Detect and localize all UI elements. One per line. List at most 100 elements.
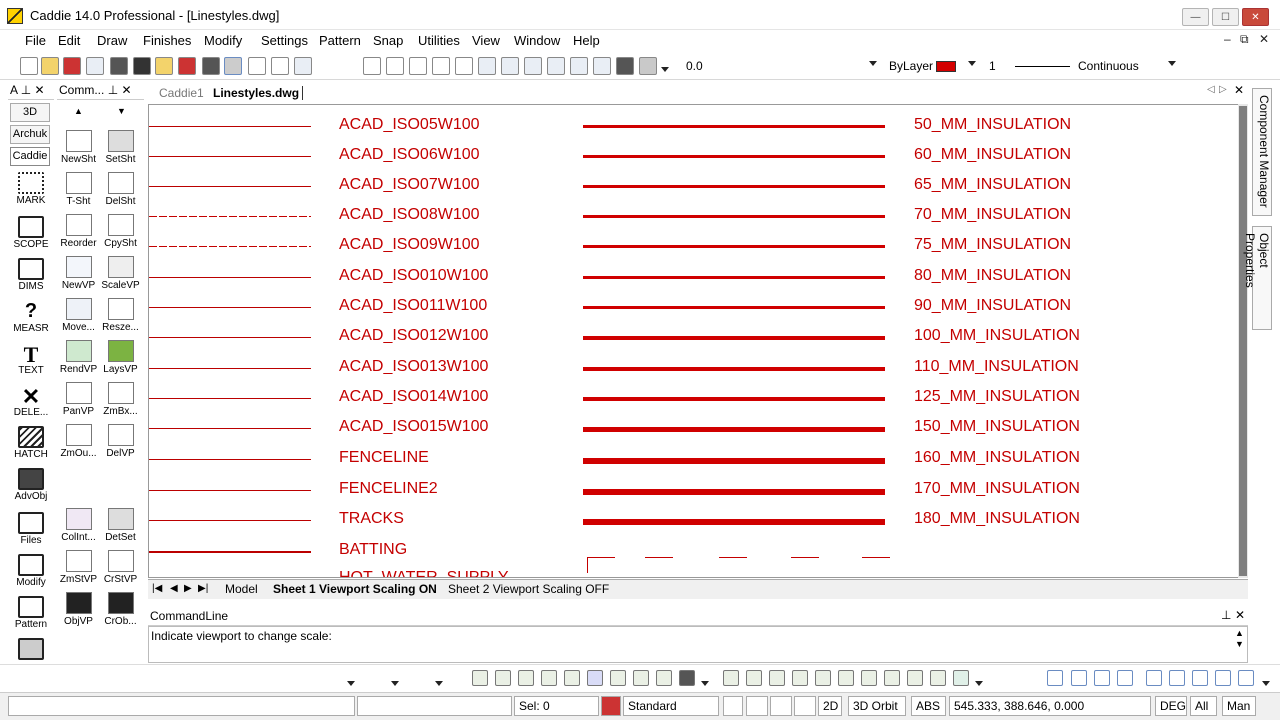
snap-mid-icon[interactable] (1169, 670, 1185, 686)
tab-object-properties[interactable]: Object Properties (1243, 226, 1272, 330)
color-wheel-icon[interactable] (587, 670, 603, 686)
line-weight-field[interactable]: 1 (989, 59, 996, 73)
tab-3d[interactable]: 3D (10, 103, 50, 122)
page-layout-icon[interactable] (723, 696, 743, 716)
tool-dims[interactable]: DIMS (8, 258, 54, 292)
table-icon[interactable] (769, 670, 785, 686)
tool-scope[interactable]: SCOPE (8, 216, 54, 250)
menu-finishes[interactable]: Finishes (143, 33, 191, 48)
mode-2d-toggle[interactable]: 2D (818, 696, 842, 716)
copy-icon[interactable] (271, 57, 289, 75)
command-pin-icon[interactable]: ⊥ (1221, 608, 1231, 622)
cmd-tool-colint[interactable]: ColInt... (57, 508, 100, 543)
cmd-tool-zmou[interactable]: ZmOu... (57, 424, 100, 459)
tool-advobj[interactable]: AdvObj (8, 468, 54, 502)
cut-icon[interactable] (248, 57, 266, 75)
layer-on-icon[interactable] (541, 670, 557, 686)
tab-archuk[interactable]: Archuk (10, 125, 50, 144)
page-icon[interactable] (633, 670, 649, 686)
command-scroll-down-icon[interactable]: ▼ (1235, 639, 1244, 649)
cmd-tool-objvp[interactable]: ObjVP (57, 592, 100, 627)
cmd-tool-move[interactable]: Move... (57, 298, 100, 333)
cmd-tool-detset[interactable]: DetSet (99, 508, 142, 543)
color-dropdown-icon[interactable] (968, 61, 976, 66)
list-toggle-icon[interactable] (794, 696, 816, 716)
open-web-icon[interactable] (63, 57, 81, 75)
snap-mode-icon[interactable] (1047, 670, 1063, 686)
menu-draw[interactable]: Draw (97, 33, 127, 48)
menu-file[interactable]: File (25, 33, 46, 48)
layers-icon[interactable] (524, 57, 542, 75)
menu-modify[interactable]: Modify (204, 33, 242, 48)
angle-dropdown-icon[interactable] (869, 61, 877, 66)
maximize-button[interactable]: ☐ (1212, 8, 1239, 26)
tool-text[interactable]: T TEXT (8, 342, 54, 376)
paste-icon[interactable] (294, 57, 312, 75)
snap-grid-icon[interactable] (1094, 670, 1110, 686)
doc-restore-button[interactable]: ⧉ (1240, 32, 1249, 47)
snap-end-icon[interactable] (1146, 670, 1162, 686)
text-style-icon[interactable] (455, 57, 473, 75)
zoom-out-icon[interactable] (386, 57, 404, 75)
print-preview-icon[interactable] (202, 57, 220, 75)
pin-icon[interactable]: ⊥ (21, 83, 31, 97)
last-sheet-icon[interactable]: ▶| (198, 583, 208, 594)
zoom-window-icon[interactable] (409, 57, 427, 75)
minimize-button[interactable]: — (1182, 8, 1209, 26)
bottom-overflow-2-icon[interactable] (975, 681, 983, 686)
linetype-field[interactable]: Continuous (1078, 59, 1139, 73)
chart-icon[interactable] (746, 670, 762, 686)
render-icon[interactable] (639, 57, 657, 75)
cmd-tool-crstvp[interactable]: CrStVP (99, 550, 142, 585)
cmd-tool-zmbx[interactable]: ZmBx... (99, 382, 142, 417)
menu-view[interactable]: View (472, 33, 500, 48)
tool-delete[interactable]: ✕ DELE... (8, 384, 54, 418)
bottom-dropdown-1-icon[interactable] (347, 681, 355, 686)
doc-minimize-button[interactable]: – (1224, 32, 1231, 46)
palette-close-icon[interactable]: ✕ (34, 83, 44, 97)
cmd-tool-laysvp[interactable]: LaysVP (99, 340, 142, 375)
cmd-tool-crob[interactable]: CrOb... (99, 592, 142, 627)
cmd-tool-cpysht[interactable]: CpySht (99, 214, 142, 249)
bottom-overflow-icon[interactable] (701, 681, 709, 686)
layer-off-icon[interactable] (564, 670, 580, 686)
plant-2-icon[interactable] (907, 670, 923, 686)
menu-help[interactable]: Help (573, 33, 600, 48)
stairs-icon[interactable] (930, 670, 946, 686)
menu-settings[interactable]: Settings (261, 33, 308, 48)
library-icon[interactable] (593, 57, 611, 75)
recover-icon[interactable] (86, 57, 104, 75)
tab-caddie1[interactable]: Caddie1 (159, 86, 204, 100)
sun-icon[interactable] (838, 670, 854, 686)
menu-pattern[interactable]: Pattern (319, 33, 361, 48)
tool-modify[interactable]: Modify (8, 554, 54, 588)
cmd-tool-reorder[interactable]: Reorder (57, 214, 100, 249)
layer-color-swatch[interactable] (936, 61, 956, 72)
snap-grid-toggle-icon[interactable] (746, 696, 768, 716)
cmd-tool-newvp[interactable]: NewVP (57, 256, 100, 291)
rectangle-toggle-icon[interactable] (770, 696, 792, 716)
tool-more[interactable] (8, 638, 54, 661)
properties-icon[interactable] (547, 57, 565, 75)
menu-window[interactable]: Window (514, 33, 560, 48)
tab-caddie[interactable]: Caddie (10, 147, 50, 166)
deg-toggle[interactable]: DEG (1155, 696, 1187, 716)
menu-edit[interactable]: Edit (58, 33, 80, 48)
open-file-icon[interactable] (41, 57, 59, 75)
tool-hatch[interactable]: HATCH (8, 426, 54, 460)
snap-ortho-icon[interactable] (1117, 670, 1133, 686)
snap-int-icon[interactable] (1192, 670, 1208, 686)
menu-snap[interactable]: Snap (373, 33, 403, 48)
new-file-icon[interactable] (20, 57, 38, 75)
building-icon[interactable] (723, 670, 739, 686)
toolbar-overflow-icon[interactable] (661, 67, 669, 72)
snap-perp-icon[interactable] (1238, 670, 1254, 686)
plant-icon[interactable] (884, 670, 900, 686)
tool-measr[interactable]: ? MEASR (8, 300, 54, 334)
print-icon[interactable] (224, 57, 242, 75)
save-all-icon[interactable] (155, 57, 173, 75)
doc-close-button[interactable]: ✕ (1259, 32, 1269, 46)
first-sheet-icon[interactable]: |◀ (152, 583, 162, 594)
cmd-tool-setsht[interactable]: SetSht (99, 130, 142, 165)
export-icon[interactable] (178, 57, 196, 75)
